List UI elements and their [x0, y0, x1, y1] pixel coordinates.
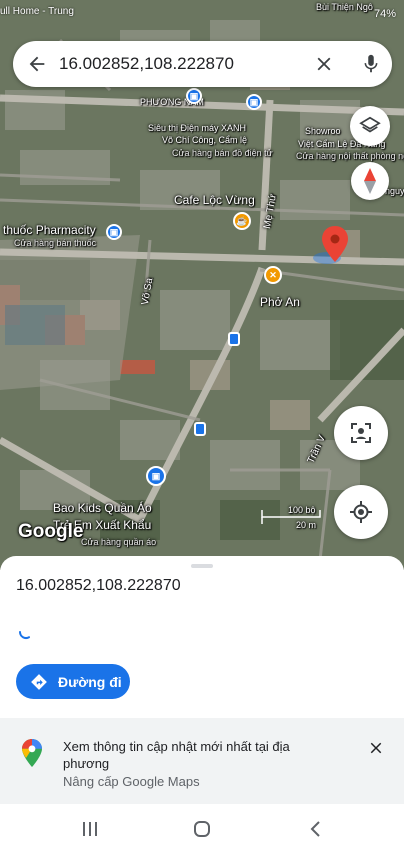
bus-stop-icon[interactable]: [194, 422, 206, 436]
scale-label-ft: 100 bộ: [288, 505, 316, 515]
place-coordinates: 16.002852,108.222870: [16, 577, 181, 594]
microphone-icon[interactable]: [360, 52, 382, 76]
sheet-drag-handle[interactable]: [191, 564, 213, 568]
map-label-place-category: Cửa hàng quần áo: [81, 537, 157, 547]
close-icon[interactable]: [367, 739, 385, 757]
home-icon[interactable]: [192, 819, 212, 839]
street-view-button[interactable]: [334, 406, 388, 460]
directions-button[interactable]: Đường đi: [16, 664, 130, 699]
shopping-bag-icon[interactable]: ▣: [186, 88, 202, 104]
search-query[interactable]: 16.002852,108.222870: [59, 54, 234, 74]
bus-stop-icon[interactable]: [228, 332, 240, 346]
map-label-cafe: Cafe Lộc Vừng: [174, 193, 255, 207]
banner-upgrade-link[interactable]: Nâng cấp Google Maps: [63, 774, 200, 789]
google-maps-pin-icon: [22, 739, 42, 767]
map-label-restaurant: Phở An: [260, 295, 300, 309]
layers-icon: [359, 116, 381, 133]
map-label-place: Siêu thị Điện máy XANH: [148, 123, 247, 133]
status-bar: ull Home - Trung 74%: [0, 0, 404, 30]
restaurant-icon[interactable]: ✕: [264, 266, 282, 284]
scale-label-m: 20 m: [296, 520, 317, 530]
status-bar-battery: 74%: [373, 8, 396, 20]
banner-title: Xem thông tin cập nhật mới nhất tại địa …: [63, 739, 290, 771]
compass-button[interactable]: [351, 162, 389, 200]
loading-spinner-icon: [19, 631, 30, 639]
shopping-bag-icon[interactable]: ▣: [246, 94, 262, 110]
cafe-icon[interactable]: ☕: [233, 212, 251, 230]
map-label-place-category: Cửa hàng bán thuốc: [14, 238, 97, 248]
shopping-bag-icon[interactable]: ▣: [146, 466, 166, 486]
layers-button[interactable]: [350, 106, 390, 146]
map-label-place-address: Võ Chí Công, Cẩm lệ: [162, 135, 248, 145]
back-icon[interactable]: [306, 819, 326, 839]
map-label-place-category: Cửa hàng bán đồ điện tử: [172, 148, 273, 158]
map-label-place-category: Cửa hàng nội thất phòng ngủ: [296, 151, 404, 161]
focus-frame-icon: [351, 423, 371, 443]
shopping-bag-icon[interactable]: ▣: [106, 224, 122, 240]
status-bar-network: ull Home - Trung: [0, 6, 74, 17]
arrow-back-icon[interactable]: [26, 53, 48, 75]
google-logo: Google: [18, 521, 84, 542]
my-location-icon: [350, 501, 372, 523]
dropped-pin-icon[interactable]: [322, 226, 348, 262]
update-banner[interactable]: Xem thông tin cập nhật mới nhất tại địa …: [0, 718, 404, 804]
system-nav-bar: [0, 806, 404, 853]
directions-icon: [31, 673, 47, 690]
directions-label: Đường đi: [58, 673, 122, 690]
close-icon[interactable]: [313, 53, 335, 75]
search-bar[interactable]: 16.002852,108.222870: [13, 41, 392, 87]
recent-apps-icon[interactable]: [80, 819, 100, 839]
my-location-button[interactable]: [334, 485, 388, 539]
map-label-shop: Bao Kids Quần Áo: [53, 501, 152, 515]
compass-icon: [364, 168, 376, 194]
map-label-pharmacy: thuốc Pharmacity: [3, 223, 96, 237]
map-view[interactable]: Bùi Thiện Ngô PHƯƠNG NAM Showroo Việt Cẩ…: [0, 0, 404, 570]
map-label-showroom: Showroo: [305, 126, 341, 136]
